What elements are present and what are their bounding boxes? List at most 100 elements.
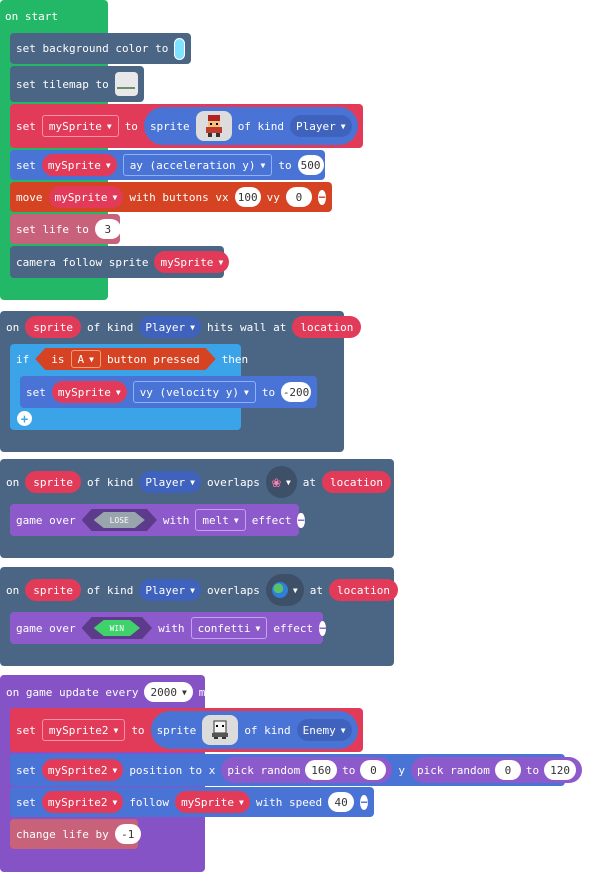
speed-input[interactable]: 40 <box>328 792 355 812</box>
interval-dropdown[interactable]: 2000 ▼ <box>144 682 193 702</box>
result-boolean[interactable]: LOSE <box>82 509 157 531</box>
life-input[interactable]: 3 <box>94 219 121 239</box>
to-keyword: to <box>278 158 292 172</box>
kind-value: Player <box>296 119 336 133</box>
chevron-down-icon: ▼ <box>233 515 239 525</box>
is-keyword: is <box>51 352 65 366</box>
sprite-param[interactable]: sprite <box>25 316 81 338</box>
kind-dropdown[interactable]: Player ▼ <box>139 579 201 601</box>
game-over-lose-block[interactable]: game over LOSE with melt ▼ effect − <box>10 504 305 536</box>
location-param[interactable]: location <box>329 579 398 601</box>
tile-dropdown[interactable]: ❀ ▼ <box>265 466 297 498</box>
set-life-block[interactable]: set life to 3 <box>10 214 121 244</box>
at-keyword: at <box>309 583 323 597</box>
set-keyword: set <box>16 119 36 133</box>
camera-follow-block[interactable]: camera follow sprite mySprite ▼ <box>10 246 230 278</box>
set-acceleration-block[interactable]: set mySprite ▼ ay (acceleration y) ▼ to 50… <box>10 150 325 180</box>
game-over-win-block[interactable]: game over WIN with confetti ▼ effect − <box>10 612 327 644</box>
random-min-input[interactable]: 160 <box>305 760 338 780</box>
effect-dropdown[interactable]: confetti ▼ <box>190 617 268 639</box>
vy-label: vy <box>266 190 280 204</box>
variable-dropdown[interactable]: mySprite ▼ <box>154 251 230 273</box>
chevron-down-icon: ▼ <box>112 192 118 202</box>
button-pressed-condition[interactable]: is A ▼ button pressed <box>35 348 215 370</box>
remove-parameter-icon[interactable]: − <box>317 189 326 205</box>
set-background-color-block[interactable]: set background color to <box>10 33 191 64</box>
plus-icon[interactable]: + <box>17 411 32 426</box>
chevron-down-icon: ▼ <box>285 477 291 487</box>
kind-dropdown[interactable]: Player ▼ <box>139 316 201 338</box>
move-keyword: move <box>16 190 43 204</box>
to-keyword: to <box>342 763 356 777</box>
on-start-label: on start <box>5 10 58 23</box>
vx-input[interactable]: 100 <box>234 187 261 207</box>
location-param[interactable]: location <box>292 316 362 338</box>
kind-value: Player <box>145 320 186 334</box>
create-sprite-reporter[interactable]: sprite of kind Enemy ▼ <box>150 711 358 749</box>
pick-random-x-reporter[interactable]: pick random 160 to 0 <box>221 757 393 783</box>
hero-sprite-icon[interactable] <box>195 111 232 141</box>
property-dropdown[interactable]: vy (velocity y) ▼ <box>132 381 256 403</box>
lose-label: LOSE <box>109 515 129 525</box>
sprite-param[interactable]: sprite <box>25 471 81 493</box>
sprite-param[interactable]: sprite <box>25 579 81 601</box>
kind-dropdown[interactable]: Player ▼ <box>290 115 352 137</box>
button-dropdown[interactable]: A ▼ <box>71 350 101 368</box>
tile-dropdown[interactable]: ▼ <box>265 574 304 606</box>
kind-dropdown[interactable]: Player ▼ <box>139 471 201 493</box>
variable-name: mySprite <box>48 119 102 133</box>
chevron-down-icon: ▼ <box>190 322 195 332</box>
number-input[interactable]: 500 <box>297 155 324 175</box>
pick-random-y-reporter[interactable]: pick random 0 to 120 <box>411 757 582 783</box>
set-tilemap-block[interactable]: set tilemap to <box>10 66 144 102</box>
chevron-down-icon: ▼ <box>340 725 346 735</box>
tilemap-thumbnail[interactable] <box>114 72 138 96</box>
chevron-down-icon: ▼ <box>190 477 195 487</box>
variable-dropdown[interactable]: mySprite ▼ <box>41 115 119 137</box>
variable-dropdown[interactable]: mySprite2 ▼ <box>41 759 124 781</box>
remove-parameter-icon[interactable]: − <box>297 512 305 528</box>
with-speed-label: with speed <box>255 795 323 809</box>
kind-value: Enemy <box>302 723 336 737</box>
variable-dropdown[interactable]: mySprite ▼ <box>48 186 124 208</box>
create-sprite-reporter[interactable]: sprite of kind Player ▼ <box>143 107 358 145</box>
hits-wall-header: on sprite of kind Player ▼ hits wall at l… <box>0 313 367 341</box>
kind-dropdown[interactable]: Enemy ▼ <box>296 719 352 741</box>
random-max-input[interactable]: 120 <box>544 760 576 780</box>
variable-name: mySprite2 <box>48 723 109 737</box>
chevron-down-icon: ▼ <box>181 687 187 697</box>
target-dropdown[interactable]: mySprite ▼ <box>175 791 250 813</box>
life-delta-input[interactable]: -1 <box>114 824 141 844</box>
effect-dropdown[interactable]: melt ▼ <box>195 509 246 531</box>
remove-parameter-icon[interactable]: − <box>319 620 327 636</box>
remove-parameter-icon[interactable]: − <box>360 794 368 810</box>
random-max-input[interactable]: 0 <box>360 760 387 780</box>
number-input[interactable]: -200 <box>281 382 311 402</box>
overlap-win-header: on sprite of kind Player ▼ overlaps ▼ at … <box>0 573 404 607</box>
variable-dropdown[interactable]: mySprite ▼ <box>41 154 117 176</box>
set-sprite2-block[interactable]: set mySprite2 ▼ to sprite of kind Enemy ▼ <box>10 708 363 752</box>
set-keyword: set <box>16 158 36 172</box>
set-velocity-block[interactable]: set mySprite ▼ vy (velocity y) ▼ to -200 <box>20 376 317 408</box>
set-tilemap-label: set tilemap to <box>16 77 109 91</box>
set-position-block[interactable]: set mySprite2 ▼ position to x pick random… <box>10 754 582 786</box>
change-life-block[interactable]: change life by -1 <box>10 819 141 849</box>
set-sprite-block[interactable]: set mySprite ▼ to sprite of kind Player ▼ <box>10 104 363 148</box>
variable-dropdown[interactable]: mySprite ▼ <box>51 381 127 403</box>
color-swatch[interactable] <box>174 37 185 60</box>
variable-dropdown[interactable]: mySprite2 ▼ <box>41 719 126 741</box>
follow-block[interactable]: set mySprite2 ▼ follow mySprite ▼ with spe… <box>10 787 374 817</box>
variable-dropdown[interactable]: mySprite2 ▼ <box>41 791 124 813</box>
win-label: WIN <box>109 623 125 633</box>
move-with-buttons-block[interactable]: move mySprite ▼ with buttons vx 100 vy 0 … <box>10 182 332 212</box>
property-dropdown[interactable]: ay (acceleration y) ▼ <box>122 154 273 176</box>
chevron-down-icon: ▼ <box>89 354 94 364</box>
chevron-down-icon: ▼ <box>255 623 261 633</box>
random-min-input[interactable]: 0 <box>494 760 521 780</box>
result-boolean[interactable]: WIN <box>82 617 152 639</box>
location-param[interactable]: location <box>322 471 392 493</box>
ghost-sprite-icon[interactable] <box>202 715 239 745</box>
to-keyword: to <box>124 119 138 133</box>
vy-input[interactable]: 0 <box>285 187 312 207</box>
game-update-header: on game update every 2000 ▼ ms <box>0 679 218 705</box>
